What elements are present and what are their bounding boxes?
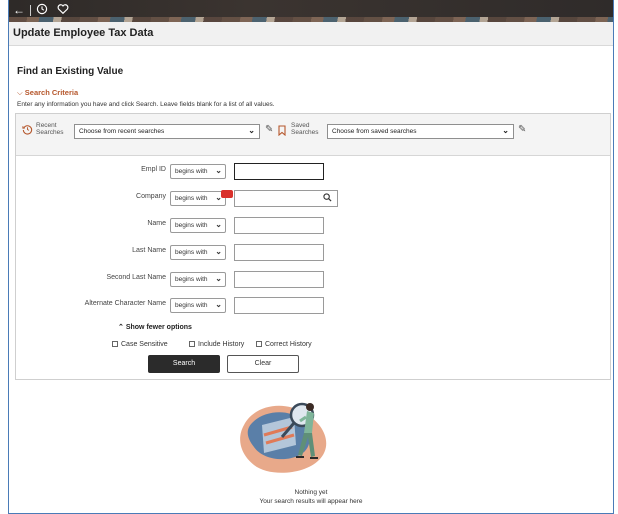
name-input[interactable] bbox=[234, 217, 324, 234]
search-panel: Recent Searches Choose from recent searc… bbox=[15, 113, 611, 380]
chevron-up-icon: ⌃ bbox=[118, 324, 124, 331]
company-operator-select[interactable]: begins with ⌄ bbox=[170, 191, 226, 206]
chevron-down-icon: ⌄ bbox=[248, 126, 255, 135]
back-arrow-icon[interactable]: ← bbox=[13, 3, 25, 17]
toolbar-divider bbox=[30, 5, 31, 16]
empty-results-illustration bbox=[234, 395, 340, 479]
correct-history-checkbox[interactable]: Correct History bbox=[256, 341, 312, 348]
bookmark-icon bbox=[278, 125, 286, 138]
clear-button[interactable]: Clear bbox=[227, 355, 299, 373]
search-button[interactable]: Search bbox=[148, 355, 220, 373]
section-heading: Find an Existing Value bbox=[17, 66, 124, 77]
recent-history-icon[interactable] bbox=[36, 3, 48, 18]
alternate-character-name-operator-select[interactable]: begins with ⌄ bbox=[170, 298, 226, 313]
empl-id-operator-select[interactable]: begins with ⌄ bbox=[170, 164, 226, 179]
recent-saved-row: Recent Searches Choose from recent searc… bbox=[16, 114, 610, 156]
case-sensitive-checkbox[interactable]: Case Sensitive bbox=[112, 341, 168, 348]
chevron-down-icon: ⌄ bbox=[215, 220, 222, 229]
chevron-down-icon: ⌄ bbox=[215, 274, 222, 283]
include-history-checkbox[interactable]: Include History bbox=[189, 341, 244, 348]
empl-id-label: Empl ID bbox=[141, 166, 166, 173]
checkbox-icon bbox=[112, 341, 118, 347]
search-icon[interactable] bbox=[323, 193, 332, 204]
empty-state-subtitle: Your search results will appear here bbox=[259, 498, 363, 505]
alternate-character-name-input[interactable] bbox=[234, 297, 324, 314]
edit-recent-pencil-icon[interactable]: ✎ bbox=[265, 124, 273, 135]
checkbox-icon bbox=[189, 341, 195, 347]
recent-history-icon bbox=[22, 124, 33, 137]
instructions-text: Enter any information you have and click… bbox=[17, 101, 275, 108]
heart-icon[interactable] bbox=[57, 3, 69, 18]
chevron-down-icon: ⌄ bbox=[502, 126, 509, 135]
last-name-label: Last Name bbox=[132, 247, 166, 254]
name-label: Name bbox=[147, 220, 166, 227]
edit-saved-pencil-icon[interactable]: ✎ bbox=[518, 124, 526, 135]
recent-searches-select[interactable]: Choose from recent searches ⌄ bbox=[74, 124, 260, 139]
name-operator-select[interactable]: begins with ⌄ bbox=[170, 218, 226, 233]
chevron-down-icon: ⌄ bbox=[215, 166, 222, 175]
last-name-input[interactable] bbox=[234, 244, 324, 261]
chevron-down-icon: ⌄ bbox=[215, 300, 222, 309]
empty-state-title: Nothing yet bbox=[294, 489, 328, 496]
top-bar: ← bbox=[9, 0, 613, 22]
alternate-character-name-label: Alternate Character Name bbox=[84, 300, 166, 307]
page-title: Update Employee Tax Data bbox=[13, 27, 154, 39]
checkbox-icon bbox=[256, 341, 262, 347]
app-frame: ← Update Employee Tax Data Find an Exist… bbox=[8, 0, 614, 514]
recent-searches-label: Recent Searches bbox=[36, 122, 64, 136]
search-criteria-toggle[interactable]: ⌵ Search Criteria bbox=[17, 88, 78, 98]
second-last-name-label: Second Last Name bbox=[106, 274, 166, 281]
page-header: Update Employee Tax Data bbox=[9, 22, 613, 46]
company-label: Company bbox=[136, 193, 166, 200]
saved-searches-select[interactable]: Choose from saved searches ⌄ bbox=[327, 124, 514, 139]
last-name-operator-select[interactable]: begins with ⌄ bbox=[170, 245, 226, 260]
chevron-down-icon: ⌄ bbox=[215, 247, 222, 256]
chevron-down-icon: ⌵ bbox=[17, 88, 23, 97]
search-criteria-label: Search Criteria bbox=[24, 88, 79, 97]
empl-id-input[interactable] bbox=[234, 163, 324, 180]
saved-searches-label: Saved Searches bbox=[291, 122, 319, 136]
second-last-name-input[interactable] bbox=[234, 271, 324, 288]
show-fewer-options-toggle[interactable]: ⌃ Show fewer options bbox=[118, 323, 192, 331]
error-badge-icon bbox=[221, 190, 233, 198]
second-last-name-operator-select[interactable]: begins with ⌄ bbox=[170, 272, 226, 287]
